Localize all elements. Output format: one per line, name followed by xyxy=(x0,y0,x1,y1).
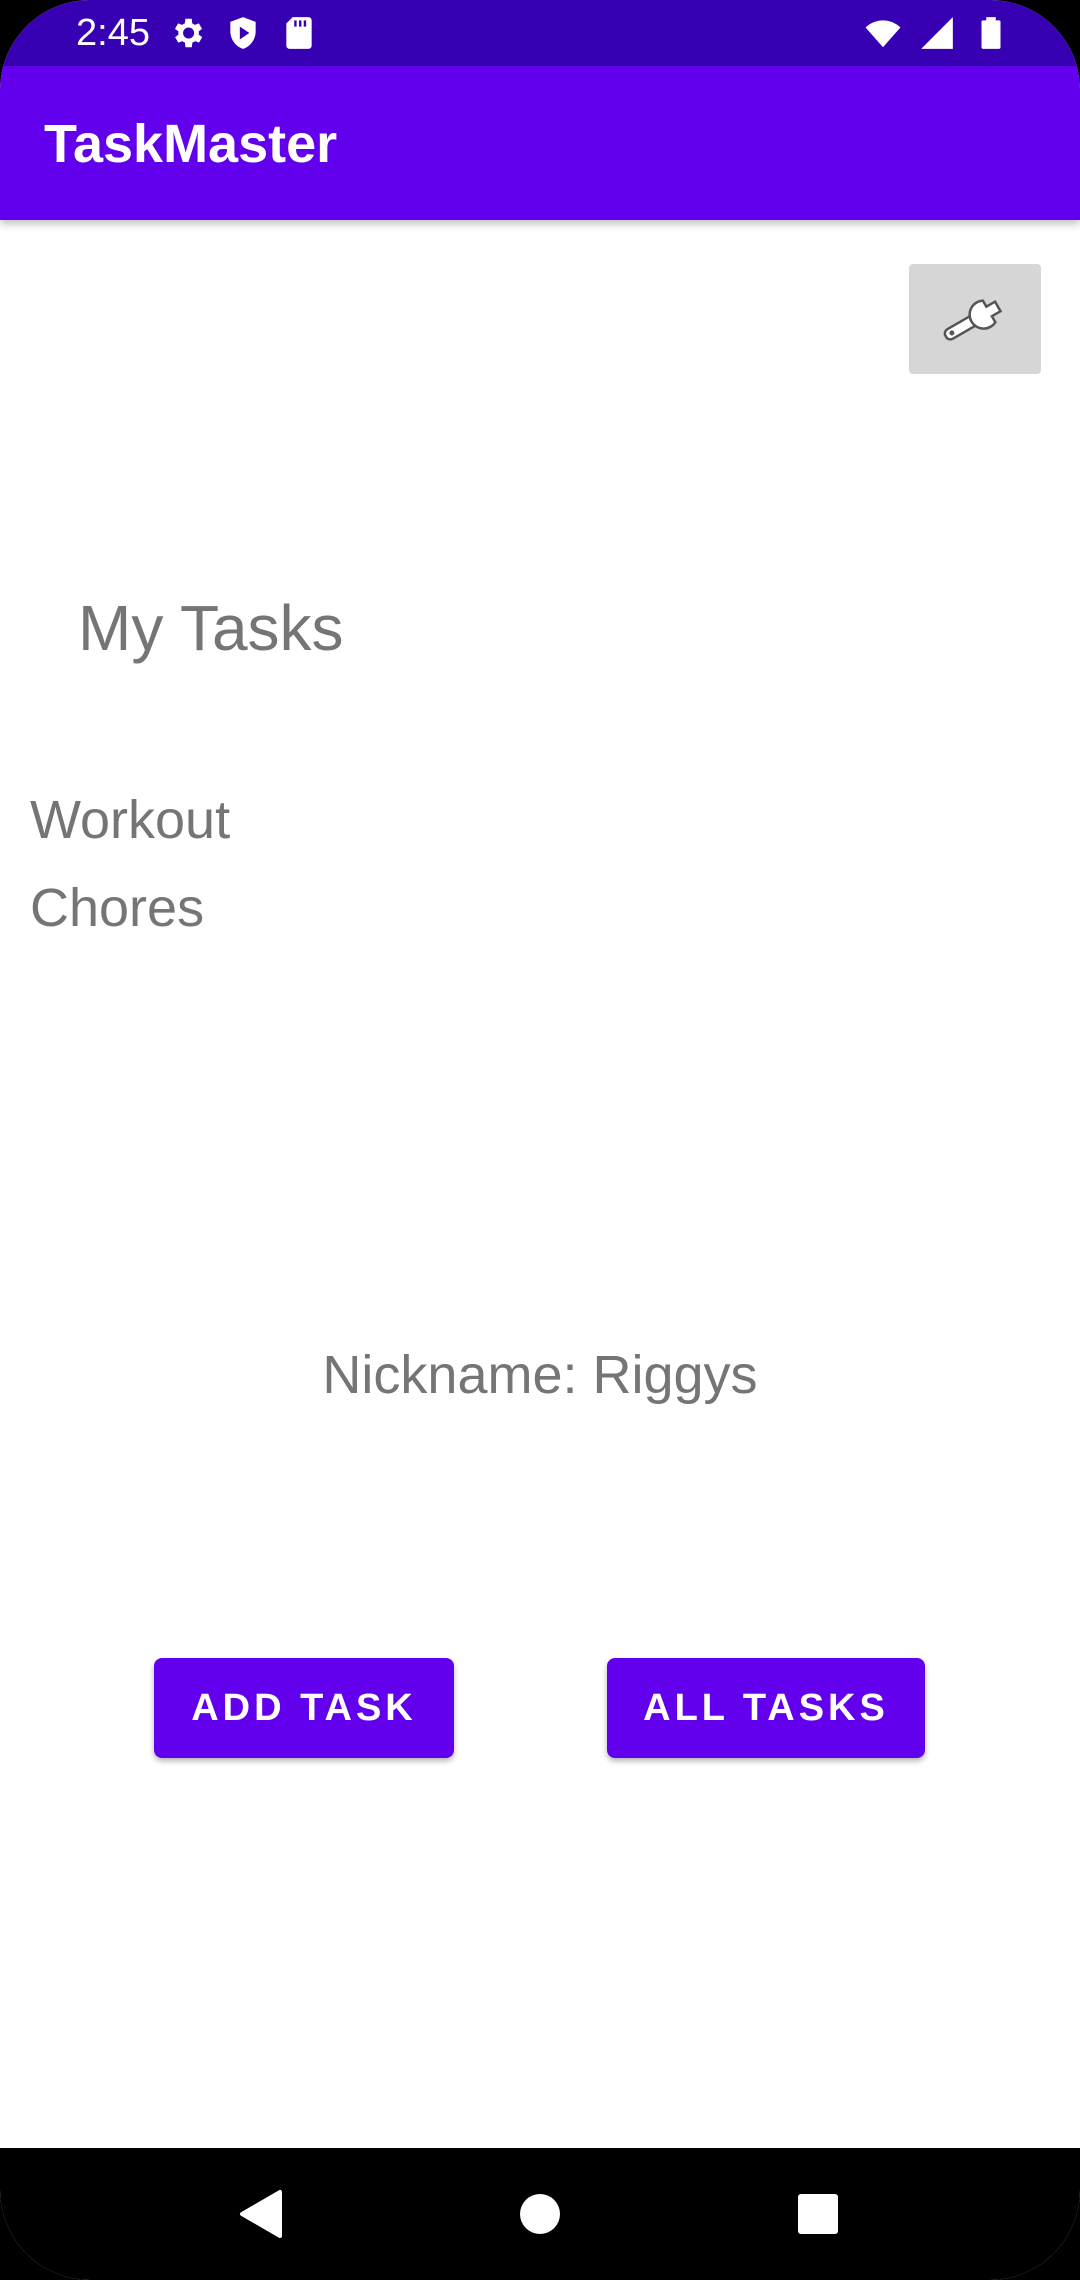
back-icon[interactable] xyxy=(232,2184,292,2244)
list-item[interactable]: Workout xyxy=(30,776,230,864)
shield-play-icon xyxy=(230,17,256,49)
page-title: My Tasks xyxy=(78,592,344,664)
status-icons-right xyxy=(864,14,1010,52)
app-title: TaskMaster xyxy=(44,114,338,174)
settings-icon xyxy=(174,18,203,48)
navigation-bar xyxy=(0,2148,1080,2280)
add-task-button[interactable]: ADD TASK xyxy=(154,1658,454,1758)
recents-icon[interactable] xyxy=(788,2184,848,2244)
device-screen: 2:45 TaskMaster My Tasks Workout Chores … xyxy=(0,0,1080,2280)
nickname-label: Nickname: Riggys xyxy=(322,1345,758,1405)
sd-card-icon xyxy=(286,17,312,49)
signal-icon xyxy=(921,17,953,49)
home-icon[interactable] xyxy=(510,2184,570,2244)
list-item[interactable]: Chores xyxy=(30,864,230,952)
wifi-icon xyxy=(865,20,901,48)
wrench-icon xyxy=(943,299,1003,341)
task-list: Workout Chores xyxy=(30,776,230,952)
app-bar: TaskMaster xyxy=(0,66,1080,220)
battery-icon xyxy=(981,17,1001,49)
status-bar: 2:45 xyxy=(0,0,1080,66)
settings-button[interactable] xyxy=(909,264,1041,374)
status-time: 2:45 xyxy=(76,12,150,54)
status-icons-left xyxy=(168,14,318,52)
all-tasks-button[interactable]: ALL TASKS xyxy=(607,1658,925,1758)
